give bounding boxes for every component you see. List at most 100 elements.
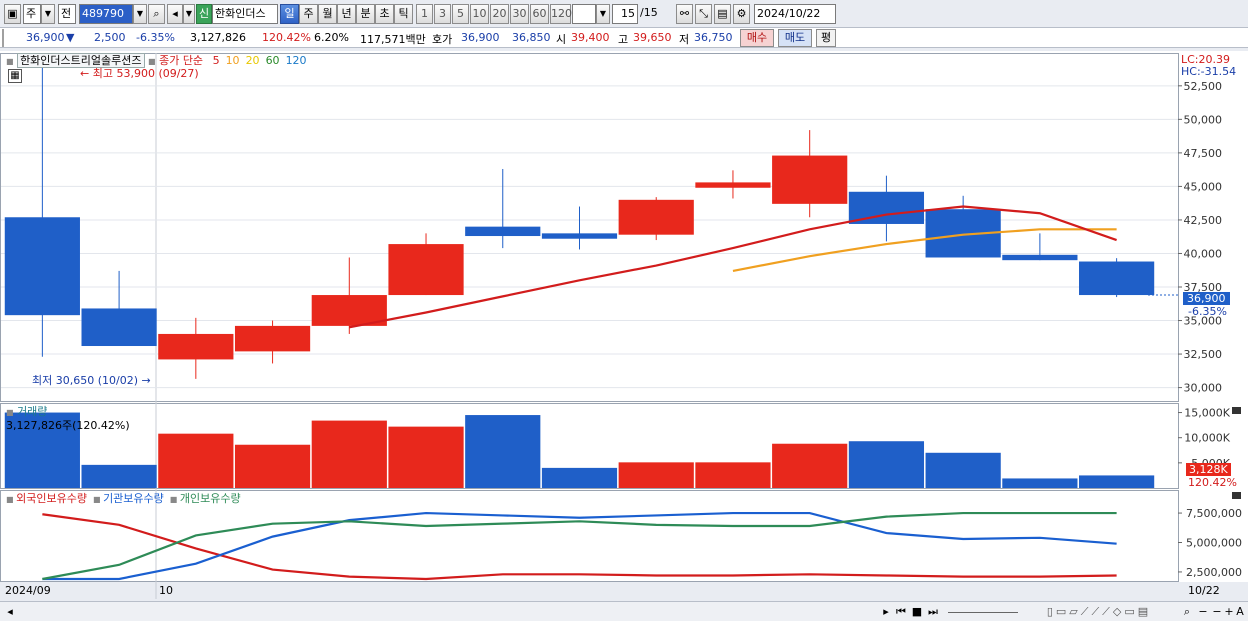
volume-panel-title: ■ 거래량 [6,405,48,418]
interval-button-5[interactable]: 30 [510,4,529,24]
eval-button[interactable]: 평 [816,29,836,47]
zoom-out-icon[interactable]: − [1196,605,1210,619]
x-axis-label-month: 10 [159,584,173,597]
chart-area[interactable]: 30,000 32,500 35,000 37,500 40,000 42,500 45,0… [0,51,1248,601]
bid-price: 36,850 [512,31,551,44]
ma-title[interactable]: 종가 단순 [159,54,203,67]
chevron-down-icon[interactable]: ▼ [41,4,55,24]
price-tick-label-1: 32,500 [1184,348,1223,361]
volume-summary: 3,127,826주(120.42%) [6,419,130,432]
holding-legend-2[interactable]: 개인보유수량 [180,492,241,505]
volume-bar-14 [1079,475,1155,488]
volume-tick-label-2: 15,000K [1184,407,1230,420]
chart-canvas[interactable]: 30,00032,50035,00037,50040,00042,50045,0… [0,51,1248,601]
zoom-slider[interactable] [948,605,1018,613]
zoom-icon[interactable]: ⌕ [1180,605,1194,619]
volume-bar-10 [772,443,848,488]
period-tab-5[interactable]: 초 [375,4,394,24]
price-panel-legend: ■ 한화인더스트리얼솔루션즈 ■ 종가 단순 5 10 20 60 120 [6,53,307,68]
interval-dropdown-icon[interactable]: ▼ [596,4,610,24]
gear-icon[interactable]: ⚙ [733,4,750,24]
ma-legend-4[interactable]: 120 [286,54,307,67]
speaker-icon[interactable]: ◂ [167,4,183,24]
price-change-pct: -6.35% [136,31,175,44]
save-icon[interactable]: ▤ [714,4,731,24]
volume-bar-2 [158,433,234,488]
down-arrow-icon: ▼ [66,31,75,44]
scroll-right-icon[interactable]: ▸ [880,605,892,619]
low-price: 36,750 [694,31,733,44]
period-tab-0[interactable]: 일 [280,4,299,24]
last-page-icon[interactable]: ⏭ [926,605,940,619]
sell-button[interactable]: 매도 [778,29,812,47]
scroll-left-icon[interactable]: ◂ [4,605,16,619]
ask-price: 36,900 [461,31,500,44]
price-tick-label-9: 52,500 [1184,80,1223,93]
price-tick-label-8: 50,000 [1184,113,1223,126]
open-label: 시 [556,33,567,46]
ma-legend-3[interactable]: 60 [266,54,280,67]
layout-icon[interactable]: ▣ [4,4,21,24]
binoculars-icon[interactable]: ⚯ [676,4,693,24]
period-tab-6[interactable]: 틱 [394,4,413,24]
custom-interval-input[interactable] [572,4,596,24]
interval-button-3[interactable]: 10 [470,4,489,24]
volume-bar-9 [695,462,771,488]
candle-body-6 [465,226,541,237]
ma-legend-0[interactable]: 5 [213,54,220,67]
price-tick-label-4: 40,000 [1184,247,1223,260]
price-change: 2,500 [94,31,126,44]
stock-title[interactable]: 한화인더스트리얼솔루션즈 [17,53,145,68]
calendar-icon[interactable]: ▦ [8,69,22,83]
price-tick-label-5: 42,500 [1184,214,1223,227]
price-tick-label-0: 30,000 [1184,382,1223,395]
code-dropdown-icon[interactable]: ▼ [133,4,147,24]
chart-scrollbar[interactable]: ◂ ▸ ⏮ ■ ⏭ ▯▭▱⟋⟋⟋◇▭▤ ⌕ − − + A [0,601,1248,621]
volume-value: 3,127,826 [190,31,246,44]
holding-tick-label-2: 7,500,000 [1186,507,1242,520]
bid-label: 호가 [432,33,453,46]
candle-body-1 [81,308,157,347]
interval-button-4[interactable]: 20 [490,4,509,24]
holding-tick-label-0: 2,500,000 [1186,566,1242,579]
first-page-icon[interactable]: ⏮ [894,605,908,619]
prev-button[interactable]: 전 [58,4,76,24]
ma-legend-2[interactable]: 20 [246,54,260,67]
candle-body-14 [1079,261,1155,296]
count-input[interactable]: 15 [612,4,638,24]
tool-icons[interactable]: ▯▭▱⟋⟋⟋◇▭▤ [1024,605,1174,619]
volume-tick-label-1: 10,000K [1184,432,1230,445]
period-tab-3[interactable]: 년 [337,4,356,24]
date-input[interactable]: 2024/10/22 [754,4,836,24]
font-size-icon[interactable]: A [1234,605,1246,619]
candle-body-8 [618,199,694,235]
x-axis-label-start: 2024/09 [5,584,51,597]
holding-legend-0[interactable]: 외국인보유수량 [16,492,87,505]
buy-button[interactable]: 매수 [740,29,774,47]
interval-button-7[interactable]: 120 [550,4,572,24]
candle-body-9 [695,182,771,188]
period-tab-4[interactable]: 분 [356,4,375,24]
interval-button-2[interactable]: 5 [452,4,469,24]
low-note: 최저 30,650 (10/02) → [32,374,151,387]
interval-button-0[interactable]: 1 [416,4,433,24]
candle-body-7 [541,233,618,239]
period-tab-1[interactable]: 주 [299,4,318,24]
stock-code-input[interactable]: 489790 [79,4,133,24]
speaker-dropdown-icon[interactable]: ▼ [183,4,195,24]
current-price-pct: -6.35% [1188,305,1227,318]
current-price: 36,900 [26,31,65,44]
draw-tool-icon[interactable]: ⤡ [695,4,712,24]
stop-icon[interactable]: ■ [910,605,924,619]
holding-legend-1[interactable]: 기관보유수량 [103,492,164,505]
period-select[interactable]: 주 [23,4,41,24]
x-axis-band [0,582,1248,601]
interval-button-6[interactable]: 60 [530,4,549,24]
interval-button-1[interactable]: 3 [434,4,451,24]
period-tab-2[interactable]: 월 [318,4,337,24]
high-label: 고 [618,33,629,46]
ma-legend-1[interactable]: 10 [226,54,240,67]
search-icon[interactable]: ⌕ [148,4,165,24]
volume-bar-1 [81,464,157,488]
volume-pct: 120.42% [262,31,311,44]
